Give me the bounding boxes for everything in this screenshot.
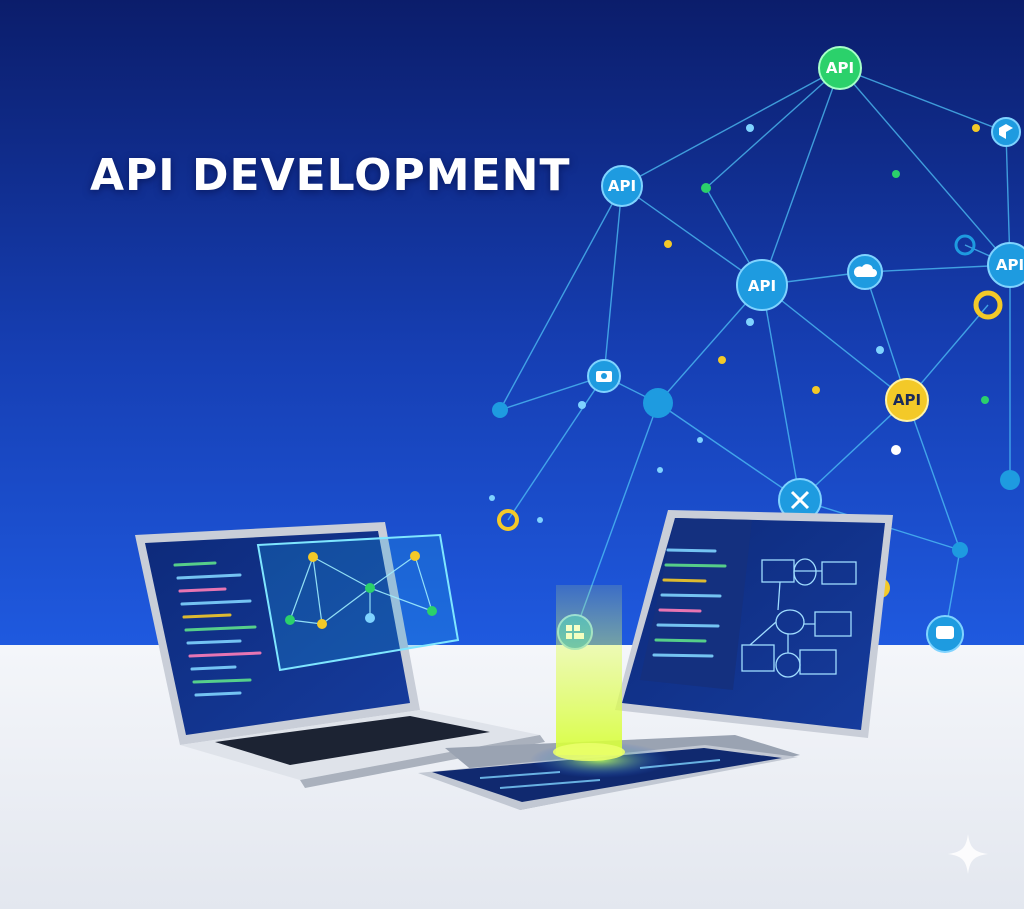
api-node-label: API	[893, 391, 921, 409]
api-node-label: API	[826, 59, 854, 77]
api-node-yellow: API	[885, 378, 929, 422]
api-node-center: API	[736, 259, 788, 311]
api-node-top: API	[818, 46, 862, 90]
sparkle-icon	[948, 834, 988, 874]
api-node-label: API	[608, 177, 636, 195]
api-node-label: API	[748, 277, 776, 295]
camera-icon	[587, 359, 621, 393]
scene: API API API API API	[0, 0, 1024, 909]
chat-icon	[926, 615, 964, 653]
api-node-right: API	[987, 242, 1024, 288]
page-title: API DEVELOPMENT	[90, 150, 571, 201]
box-icon	[991, 117, 1021, 147]
beam-base-glow	[553, 743, 625, 761]
light-beam	[556, 585, 622, 755]
cloud-icon	[847, 254, 883, 290]
api-node-label: API	[996, 256, 1024, 274]
api-node-left: API	[601, 165, 643, 207]
